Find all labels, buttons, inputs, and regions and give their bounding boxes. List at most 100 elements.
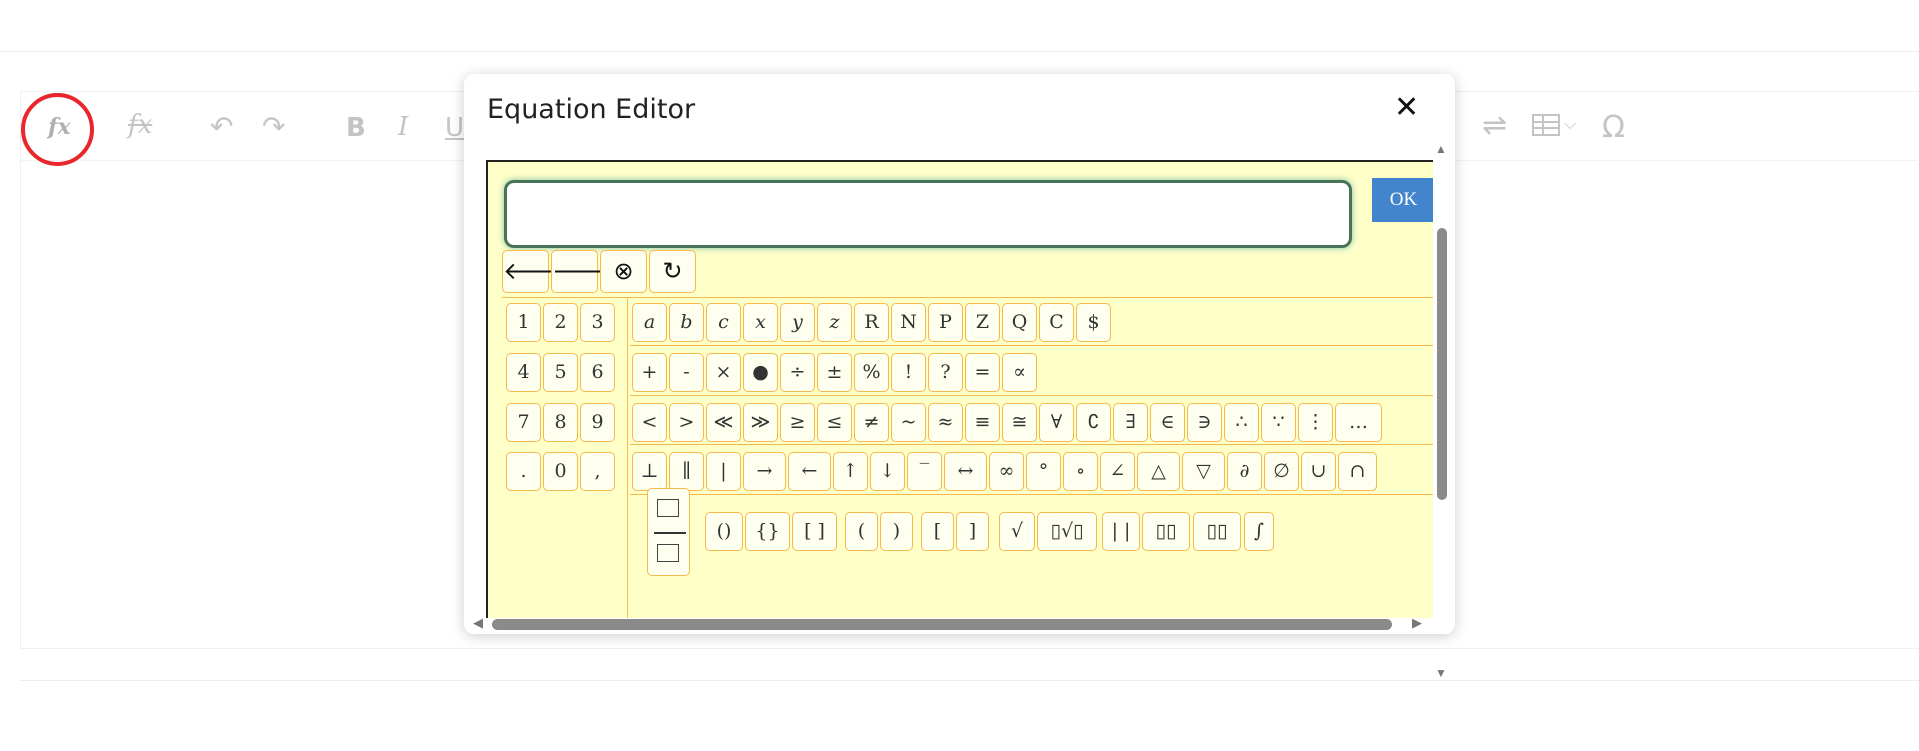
symbol-button[interactable]: ( — [845, 512, 878, 551]
symbol-button[interactable]: ] — [956, 512, 989, 551]
table-icon[interactable] — [1532, 113, 1560, 137]
symbol-button[interactable]: > — [669, 403, 704, 442]
symbol-button[interactable]: ∂ — [1227, 452, 1262, 491]
symbol-button[interactable]: [ ] — [792, 512, 837, 551]
symbol-button[interactable]: + — [632, 353, 667, 392]
symbol-button[interactable]: ± — [817, 353, 852, 392]
symbol-button[interactable]: {} — [745, 512, 790, 551]
symbol-button[interactable]: ≥ — [780, 403, 815, 442]
ok-button[interactable]: OK — [1372, 178, 1433, 222]
horizontal-scrollbar[interactable]: ◀ ▶ — [464, 614, 1455, 632]
symbol-button[interactable]: ≠ — [854, 403, 889, 442]
digit-button[interactable]: 7 — [506, 403, 541, 442]
symbol-button[interactable]: y — [780, 303, 815, 342]
symbol-button[interactable]: R — [854, 303, 889, 342]
symbol-button[interactable]: ? — [928, 353, 963, 392]
symbol-button[interactable]: Z — [965, 303, 1000, 342]
digit-button[interactable]: 2 — [543, 303, 578, 342]
symbol-button[interactable]: [ — [921, 512, 954, 551]
symbol-button[interactable]: √ — [999, 512, 1035, 551]
symbol-button[interactable]: ∫ — [1244, 512, 1274, 551]
symbol-button[interactable]: - — [669, 353, 704, 392]
digit-button[interactable]: 1 — [506, 303, 541, 342]
symbol-button[interactable]: c — [706, 303, 741, 342]
symbol-button[interactable]: ⊥ — [632, 452, 667, 491]
digit-button[interactable]: 8 — [543, 403, 578, 442]
symbol-button[interactable]: ° — [1026, 452, 1061, 491]
symbol-button[interactable]: ∘ — [1063, 452, 1098, 491]
symbol-button[interactable]: ∝ — [1002, 353, 1037, 392]
symbol-button[interactable]: % — [854, 353, 889, 392]
symbol-button[interactable]: x — [743, 303, 778, 342]
symbol-button[interactable]: ≅ — [1002, 403, 1037, 442]
symbol-button[interactable]: ≪ — [706, 403, 741, 442]
symbol-button[interactable]: △ — [1137, 452, 1180, 491]
symbol-button[interactable]: () — [705, 512, 743, 551]
symbol-button[interactable]: ▽ — [1182, 452, 1225, 491]
symbol-button[interactable]: ↓ — [870, 452, 905, 491]
symbol-button[interactable]: N — [891, 303, 926, 342]
digit-button[interactable]: 9 — [580, 403, 615, 442]
digit-button[interactable]: 3 — [580, 303, 615, 342]
symbol-button[interactable]: ● — [743, 353, 778, 392]
vertical-scroll-thumb[interactable] — [1437, 228, 1447, 500]
symbol-button[interactable]: ∪ — [1301, 452, 1336, 491]
text-direction-icon[interactable]: ⇌ — [1482, 108, 1507, 143]
symbol-button[interactable]: P — [928, 303, 963, 342]
vertical-scrollbar[interactable]: ▲ ▼ — [1432, 142, 1450, 684]
clear-button[interactable]: ⊗ — [600, 250, 647, 293]
symbol-button[interactable]: ∈ — [1150, 403, 1185, 442]
symbol-button[interactable]: ∩ — [1338, 452, 1377, 491]
symbol-button[interactable]: ∵ — [1261, 403, 1296, 442]
symbol-button[interactable]: ▯▯ — [1193, 512, 1241, 551]
cursor-left-button[interactable]: 🡐 — [502, 250, 567, 293]
symbol-button[interactable]: ↑ — [833, 452, 868, 491]
digit-button[interactable]: 6 — [580, 353, 615, 392]
symbol-button[interactable]: ∁ — [1076, 403, 1111, 442]
digit-button[interactable]: , — [580, 452, 615, 491]
symbol-button[interactable]: b — [669, 303, 704, 342]
reset-button[interactable]: ↻ — [649, 250, 696, 293]
symbol-button[interactable]: a — [632, 303, 667, 342]
digit-button[interactable]: . — [506, 452, 541, 491]
symbol-button[interactable]: C — [1039, 303, 1074, 342]
digit-button[interactable]: 4 — [506, 353, 541, 392]
symbol-button[interactable]: ÷ — [780, 353, 815, 392]
remove-formula-icon[interactable]: fx — [128, 110, 152, 140]
symbol-button[interactable]: ∀ — [1039, 403, 1074, 442]
symbol-button[interactable]: | | — [1102, 512, 1140, 551]
symbol-button[interactable]: ↔ — [944, 452, 987, 491]
redo-icon[interactable]: ↷ — [262, 110, 285, 143]
horizontal-scroll-thumb[interactable] — [492, 619, 1392, 630]
symbol-button[interactable]: z — [817, 303, 852, 342]
symbol-button[interactable]: $ — [1076, 303, 1111, 342]
bold-icon[interactable]: B — [346, 113, 366, 143]
equation-input[interactable] — [504, 180, 1352, 248]
symbol-button[interactable]: ! — [891, 353, 926, 392]
digit-button[interactable]: 0 — [543, 452, 578, 491]
symbol-button[interactable]: ≤ — [817, 403, 852, 442]
close-button[interactable]: ✕ — [1394, 90, 1419, 125]
symbol-button[interactable]: ≡ — [965, 403, 1000, 442]
symbol-button[interactable]: ∴ — [1224, 403, 1259, 442]
fraction-button[interactable] — [647, 488, 690, 576]
symbol-button[interactable]: ← — [788, 452, 831, 491]
symbol-button[interactable]: ≫ — [743, 403, 778, 442]
symbol-button[interactable]: ~ — [891, 403, 926, 442]
symbol-button[interactable]: × — [706, 353, 741, 392]
chevron-down-icon[interactable]: ⌵ — [1564, 114, 1576, 134]
symbol-button[interactable]: ∞ — [989, 452, 1024, 491]
symbol-button[interactable]: ∥ — [669, 452, 704, 491]
underline-icon[interactable]: U — [445, 113, 464, 143]
symbol-button[interactable]: ⋮ — [1298, 403, 1333, 442]
symbol-button[interactable]: Q — [1002, 303, 1037, 342]
symbol-button[interactable]: | — [706, 452, 741, 491]
symbol-button[interactable]: = — [965, 353, 1000, 392]
special-characters-icon[interactable]: Ω — [1602, 110, 1625, 145]
symbol-button[interactable]: ∃ — [1113, 403, 1148, 442]
symbol-button[interactable]: ∠ — [1100, 452, 1135, 491]
digit-button[interactable]: 5 — [543, 353, 578, 392]
symbol-button[interactable]: ‾ — [907, 452, 942, 491]
undo-icon[interactable]: ↶ — [210, 110, 233, 143]
symbol-button[interactable]: < — [632, 403, 667, 442]
